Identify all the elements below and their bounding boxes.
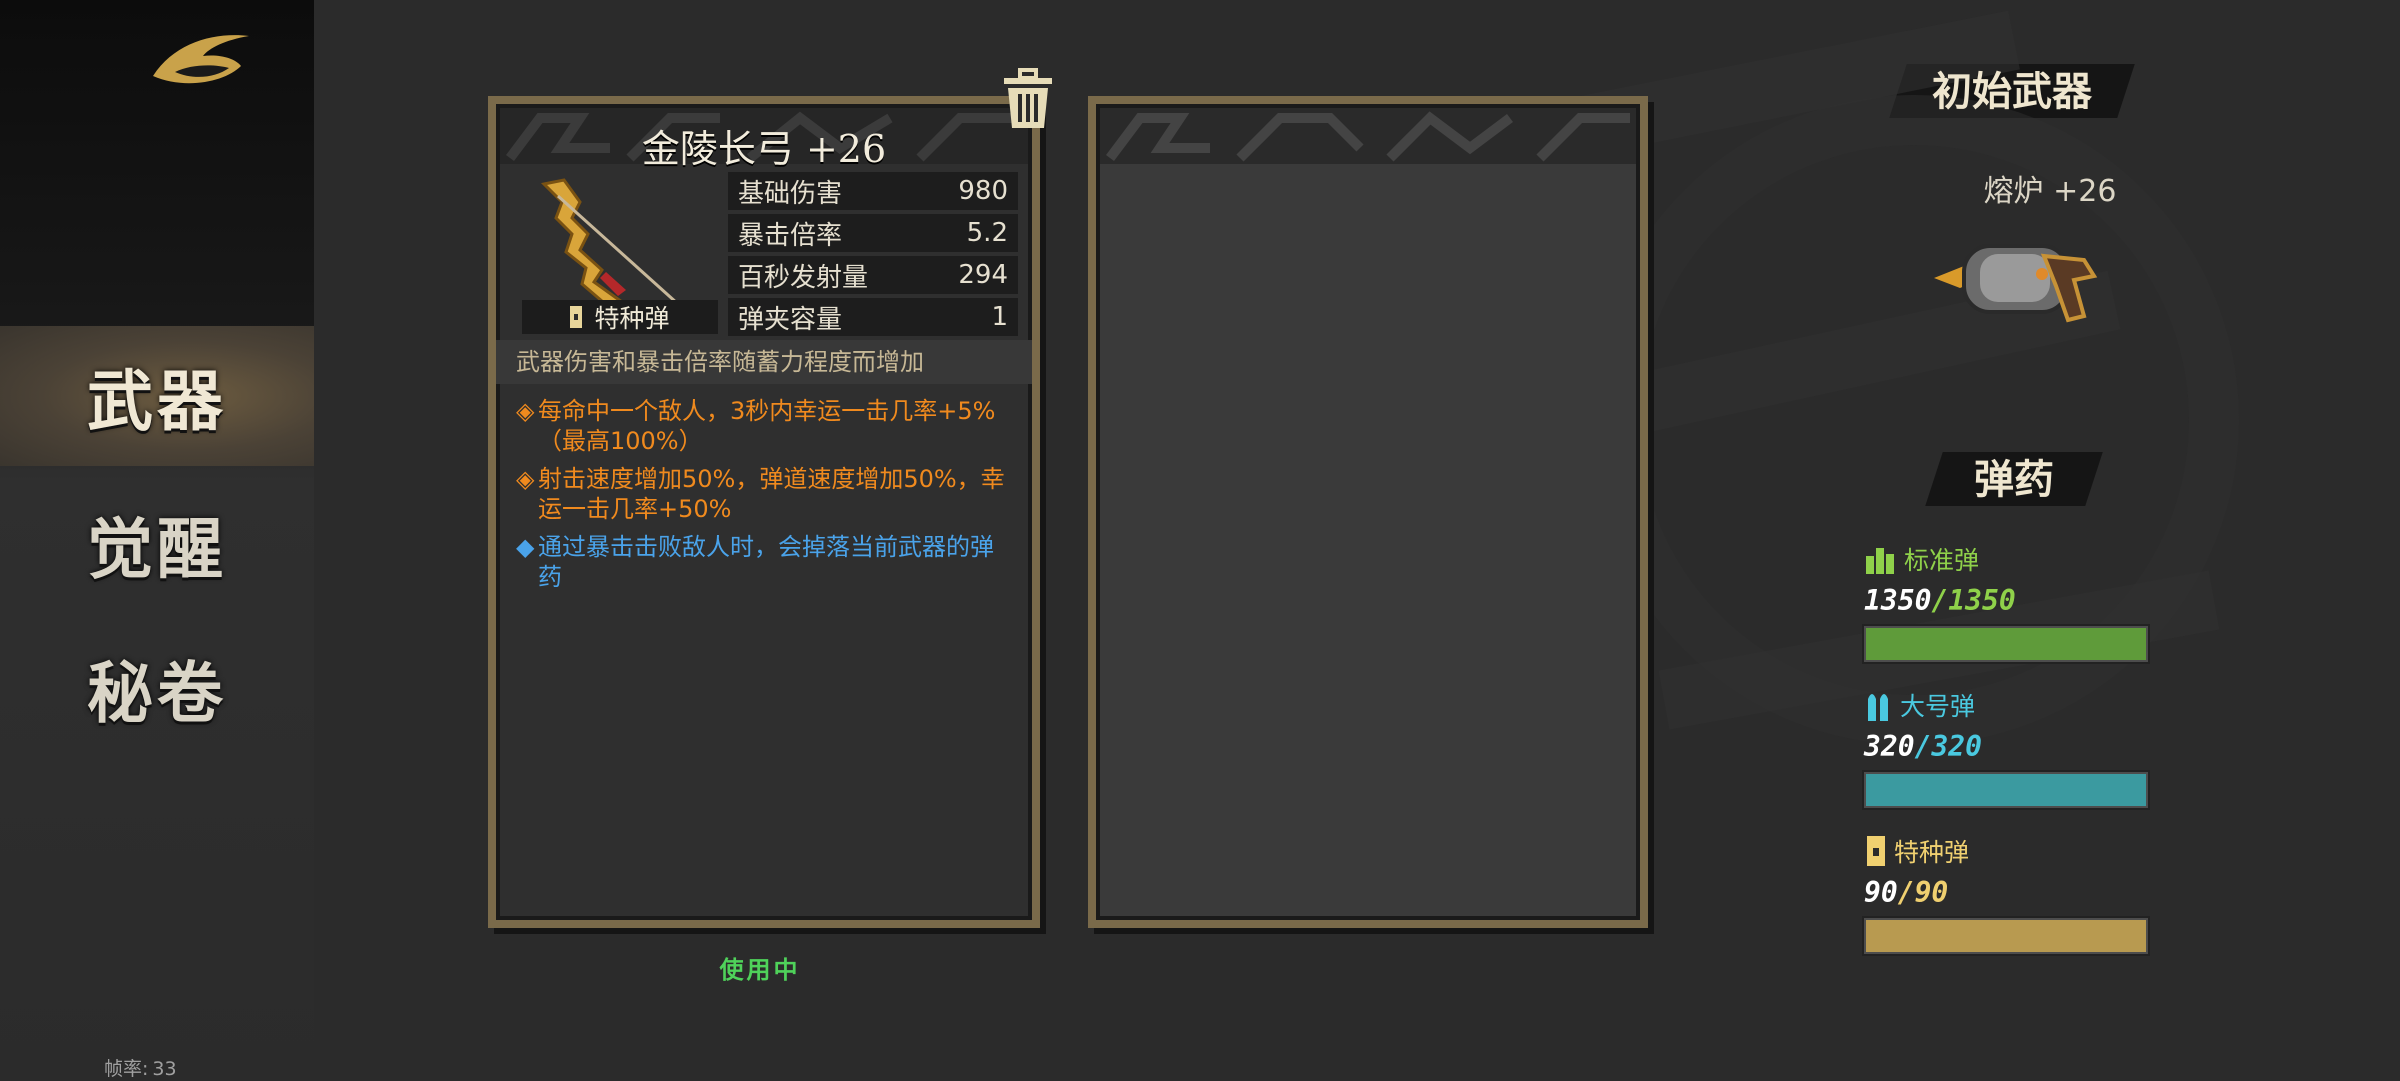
stat-label: 基础伤害 [738,178,843,209]
ammo-name: 大号弹 [1900,692,1976,721]
weapon-ammo-type: 特种弹 [522,300,718,334]
sidebar: 武器 觉醒 秘卷 帧率: 33 [0,0,314,1080]
ammo-standard: 标准弹 1350/1350 [1864,542,2154,662]
effect-text: 通过暴击击败敌人时，会掉落当前武器的弹药 [538,533,994,591]
standard-ammo-icon [1866,548,1894,574]
ammo-count: 90/90 [1864,876,1949,909]
weapon-stats: 基础伤害 980 暴击倍率 5.2 百秒发射量 294 弹夹容量 1 [728,172,1018,340]
stat-value: 1 [991,302,1008,332]
effect-marker-icon: ◆ [516,533,535,561]
stat-value: 5.2 [966,218,1008,248]
ammo-name: 特种弹 [1894,838,1970,867]
nav-tab-weapons[interactable]: 武器 [0,326,314,466]
weapon-description: 武器伤害和暴击倍率随蓄力程度而增加 [496,340,1032,384]
ammo-label: 特种弹 [1864,834,2154,868]
ammo-max: 1350 [1948,584,2016,617]
ammo-current: 1350 [1864,584,1932,617]
stat-label: 弹夹容量 [738,304,843,335]
effect-item: ◈ 每命中一个敌人，3秒内幸运一击几率+5%（最高100%） [516,396,1012,456]
ammo-max: 320 [1931,730,1983,763]
effect-item: ◆ 通过暴击击败敌人时，会掉落当前武器的弹药 [516,532,1012,592]
special-ammo-icon [1867,836,1885,866]
stat-label: 暴击倍率 [738,220,843,251]
ammo-heading: 弹药 [1934,446,2094,506]
effect-marker-icon: ◈ [516,397,535,425]
weapon-effects: ◈ 每命中一个敌人，3秒内幸运一击几率+5%（最高100%） ◈ 射击速度增加5… [516,396,1012,600]
ammo-current: 320 [1864,730,1915,763]
furnace-weapon-image[interactable] [1924,226,2108,336]
ammo-heading-text: 弹药 [1974,456,2054,503]
card-header-pattern [1100,108,1636,164]
trash-icon[interactable] [998,66,1058,132]
effect-item: ◈ 射击速度增加50%，弹道速度增加50%，幸运一击几率+50% [516,464,1012,524]
nav-tab-awakening-label: 觉醒 [87,510,227,588]
stat-value: 294 [958,260,1008,290]
ammo-max: 90 [1914,876,1949,909]
ammo-count: 320/320 [1864,730,1983,763]
effect-marker-icon: ◈ [516,465,535,493]
nav-tab-awakening[interactable]: 觉醒 [0,474,314,614]
stat-row: 基础伤害 980 [728,172,1018,210]
weapon-slot-empty[interactable] [1088,96,1648,928]
game-logo-icon [153,35,249,84]
nav-tab-scrolls-label: 秘卷 [87,654,227,732]
weapon-title: 金陵长弓 +26 [641,127,887,171]
ammo-current: 90 [1864,876,1898,909]
nav-tab-scrolls[interactable]: 秘卷 [0,618,314,758]
ammo-count: 1350/1350 [1864,584,2016,617]
starting-weapon-name: 熔炉 +26 [1983,174,2117,209]
effect-text: 每命中一个敌人，3秒内幸运一击几率+5%（最高100%） [538,397,996,455]
ammo-label: 标准弹 [1864,542,2154,576]
stat-row: 暴击倍率 5.2 [728,214,1018,252]
starting-weapon-heading: 初始武器 [1898,58,2126,118]
stat-row: 百秒发射量 294 [728,256,1018,294]
ammo-bar [1864,918,2148,954]
stat-label: 百秒发射量 [738,262,869,293]
effect-text: 射击速度增加50%，弹道速度增加50%，幸运一击几率+50% [538,465,1005,523]
large-ammo-icon [1868,694,1888,721]
fps-label: 帧率: [104,1058,149,1080]
ammo-bar [1864,772,2148,808]
starting-weapon-heading-text: 初始武器 [1932,68,2092,115]
fps-counter: 帧率: 33 [104,1054,181,1081]
weapon-in-use-status: 使用中 [719,956,801,984]
ammo-special: 特种弹 90/90 [1864,834,2154,954]
fps-value: 33 [152,1058,177,1080]
ammo-bar [1864,626,2148,662]
ammo-large: 大号弹 320/320 [1864,688,2154,808]
weapon-card[interactable]: 金陵长弓 +26 特种弹 基础伤害 980 暴击倍率 5.2 百秒发射量 294… [488,96,1040,928]
stat-row: 弹夹容量 1 [728,298,1018,336]
nav-tab-weapons-label: 武器 [87,362,227,440]
ammo-name: 标准弹 [1904,546,1980,575]
stat-value: 980 [958,176,1008,206]
special-ammo-icon [570,306,583,328]
ammo-label: 大号弹 [1864,688,2154,722]
weapon-ammo-type-label: 特种弹 [594,304,670,333]
